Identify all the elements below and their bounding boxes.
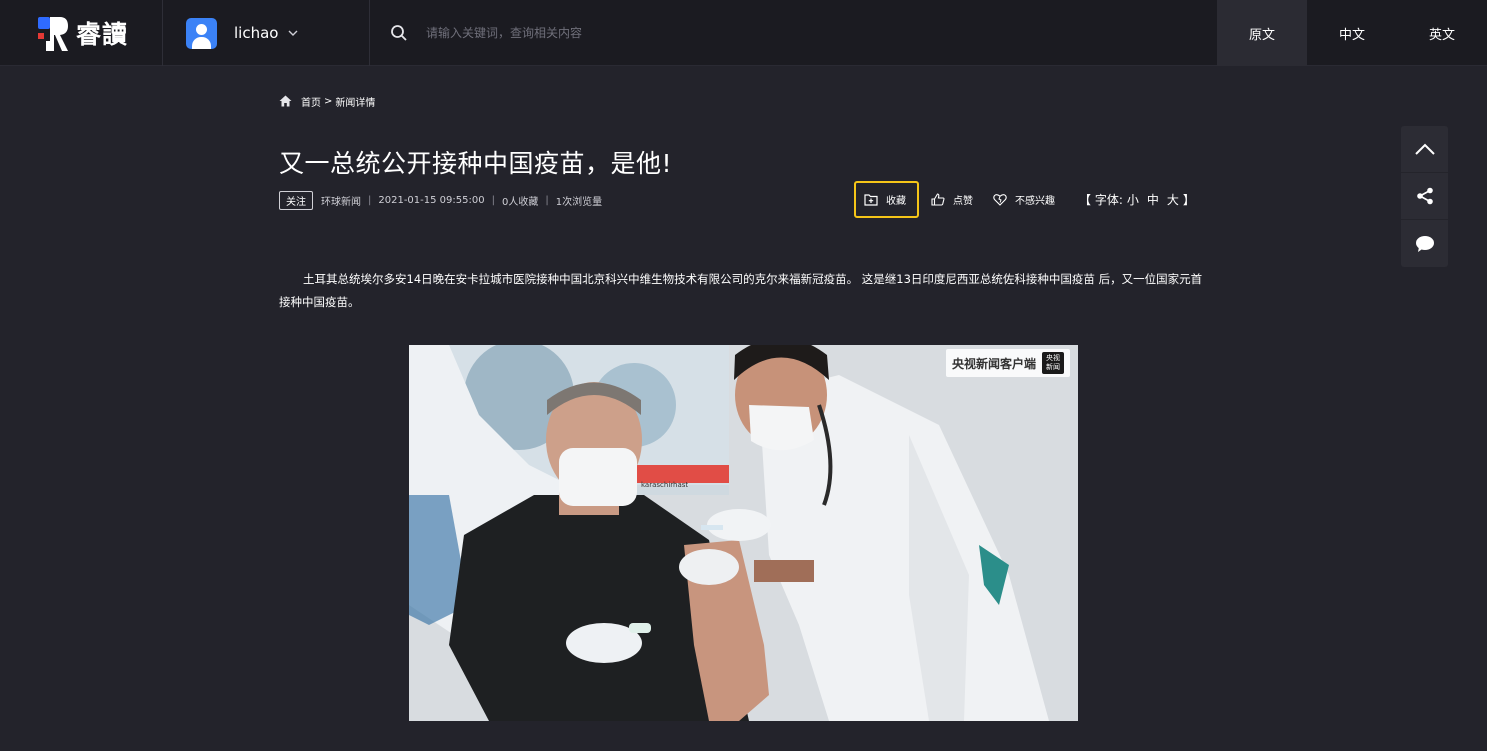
not-interested-button[interactable]: 不感兴趣 [993,181,1055,218]
top-header: 睿讀 lichao 原文 中文 英文 [0,0,1487,66]
like-label: 点赞 [953,196,973,207]
share-button[interactable] [1401,173,1448,220]
brand-logo[interactable]: 睿讀 [36,12,132,54]
avatar[interactable] [186,17,217,49]
breadcrumb-home[interactable]: 首页 [301,94,321,109]
collect-button[interactable]: 收藏 [854,181,919,218]
follow-button[interactable]: 关注 [279,190,313,210]
article-meta: 关注 环球新闻 | 2021-01-15 09:55:00 | 0人收藏 | 1… [279,190,603,210]
watermark: 央视新闻客户端 央视新闻 [945,349,1070,377]
floating-toolbar [1401,126,1448,267]
not-interested-label: 不感兴趣 [1015,196,1055,207]
user-menu[interactable]: lichao [186,17,299,49]
article-actions: 收藏 点赞 不感兴趣 【 字体: 小 中 大 】 [854,181,1195,218]
view-count: 1次浏览量 [555,196,603,208]
search-bar [390,20,990,46]
search-icon[interactable] [390,24,408,42]
font-size-control: 【 字体: 小 中 大 】 [1079,191,1195,208]
watermark-text: 央视新闻客户端 [951,356,1036,371]
username[interactable]: lichao [234,24,278,42]
breadcrumb: 首页 > 新闻详情 [279,93,375,109]
watermark-badge: 央视新闻 [1042,352,1064,374]
article-body: 土耳其总统埃尔多安14日晚在安卡拉城市医院接种中国北京科兴中维生物技术有限公司的… [279,272,1203,309]
share-icon [1416,187,1433,205]
tab-english[interactable]: 英文 [1397,0,1487,66]
collect-count: 0人收藏 [501,196,539,208]
like-button[interactable]: 点赞 [931,181,973,218]
page-title: 又一总统公开接种中国疫苗，是他! [279,149,673,178]
font-size-large[interactable]: 大 [1167,191,1179,208]
header-divider [162,0,163,66]
collect-label: 收藏 [886,196,906,207]
comment-button[interactable] [1401,220,1448,267]
breadcrumb-separator: > [324,95,333,107]
meta-divider: | [545,194,549,206]
home-icon[interactable] [279,95,292,107]
font-size-medium[interactable]: 中 [1147,191,1159,208]
thumbs-up-icon [931,193,945,206]
collect-icon [864,194,878,206]
meta-divider: | [491,194,495,206]
font-size-label: 【 字体: [1079,193,1123,207]
article-source[interactable]: 环球新闻 [321,193,361,208]
tab-original[interactable]: 原文 [1217,0,1307,66]
logo-text: 睿讀 [76,20,129,49]
meta-divider: | [368,194,372,206]
heart-broken-icon [993,194,1007,206]
language-tabs: 原文 中文 英文 [1217,0,1487,66]
comment-icon [1415,235,1434,252]
tab-chinese[interactable]: 中文 [1307,0,1397,66]
font-size-small[interactable]: 小 [1127,191,1139,208]
logo-mark-icon [38,17,68,51]
breadcrumb-current: 新闻详情 [335,97,376,109]
article-photo: karaschirhast 央视新闻客户端 央视新闻 [409,345,1078,721]
chevron-up-icon [1414,143,1435,155]
search-input[interactable] [426,26,926,40]
font-size-close: 】 [1182,193,1195,207]
back-to-top-button[interactable] [1401,126,1448,173]
vaccination-photo: karaschirhast [409,345,1078,721]
chevron-down-icon[interactable] [287,27,299,39]
article-datetime: 2021-01-15 09:55:00 [378,194,485,206]
header-divider [369,0,370,66]
poster-caption: karaschirhast [641,481,688,489]
